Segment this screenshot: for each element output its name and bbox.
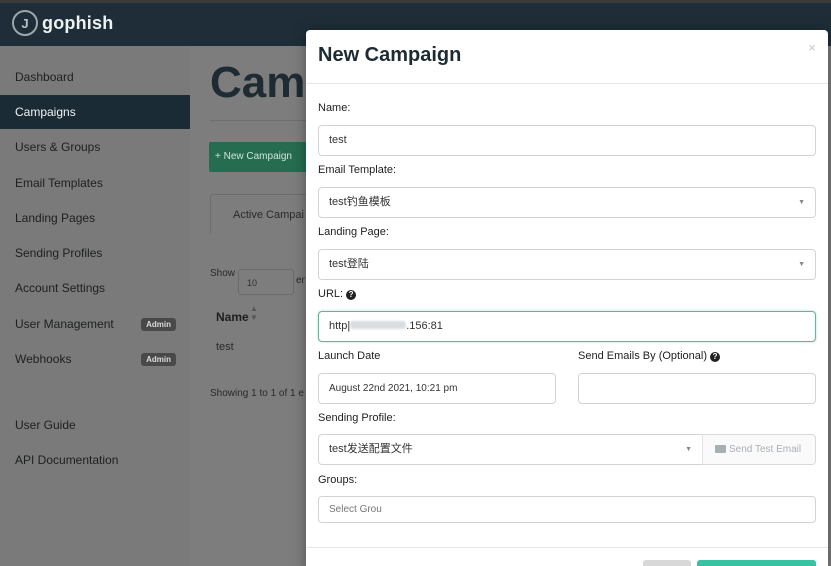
url-label: URL: ? <box>318 288 357 300</box>
sidebar-item-users-groups[interactable]: Users & Groups <box>0 130 190 164</box>
close-button[interactable] <box>643 560 691 566</box>
send-test-email-label: Send Test Email <box>729 444 802 455</box>
sidebar-item-sending-profiles[interactable]: Sending Profiles <box>0 236 190 270</box>
admin-badge: Admin <box>141 353 176 366</box>
sidebar-item-label: Account Settings <box>15 281 106 295</box>
new-campaign-modal: New Campaign × Name: test Email Template… <box>306 30 828 566</box>
launch-date-label: Launch Date <box>318 350 381 362</box>
logo-letter: J <box>21 15 29 31</box>
send-emails-by-label: Send Emails By (Optional) ? <box>578 350 721 362</box>
sidebar-item-label: Webhooks <box>15 352 72 366</box>
modal-footer-divider <box>306 547 828 548</box>
email-template-select[interactable]: test钓鱼模板 ▼ <box>318 187 816 218</box>
launch-date-input[interactable]: August 22nd 2021, 10:21 pm <box>318 373 556 404</box>
sidebar-item-dashboard[interactable]: Dashboard <box>0 60 190 94</box>
help-icon[interactable]: ? <box>710 352 721 362</box>
sidebar-item-api-documentation[interactable]: API Documentation <box>0 443 190 477</box>
sidebar-item-user-guide[interactable]: User Guide <box>0 408 190 442</box>
pagination-info: Showing 1 to 1 of 1 e <box>210 388 304 399</box>
entries-label-tail: er <box>296 275 305 286</box>
send-test-email-button[interactable]: Send Test Email <box>702 434 816 465</box>
groups-select[interactable]: Select Grou <box>318 496 816 523</box>
landing-page-select[interactable]: test登陆 ▼ <box>318 249 816 280</box>
chevron-down-icon: ▼ <box>798 199 805 206</box>
envelope-icon <box>715 445 726 453</box>
chevron-down-icon: ▼ <box>685 446 692 453</box>
tab-active-campaigns[interactable]: Active Campai <box>210 194 310 234</box>
sidebar-item-label: User Management <box>15 317 114 331</box>
sidebar-item-label: User Guide <box>15 418 76 432</box>
column-header-name[interactable]: Name <box>216 310 249 324</box>
send-emails-by-text: Send Emails By (Optional) <box>578 350 707 362</box>
sidebar-item-label: Email Templates <box>15 176 103 190</box>
entries-per-page-select[interactable]: 10 <box>238 269 294 295</box>
sidebar-item-label: Users & Groups <box>15 140 101 154</box>
redacted-blur <box>350 321 407 329</box>
email-template-value: test钓鱼模板 <box>329 196 391 208</box>
sidebar-item-label: Dashboard <box>15 70 74 84</box>
modal-header: New Campaign × <box>306 30 828 84</box>
new-campaign-button[interactable]: + New Campaign <box>209 142 309 172</box>
chevron-down-icon: ▼ <box>798 261 805 268</box>
sending-profile-select[interactable]: test发送配置文件 ▼ <box>318 434 703 465</box>
landing-page-label: Landing Page: <box>318 226 389 238</box>
sidebar-item-campaigns[interactable]: Campaigns <box>0 95 190 129</box>
sidebar: Dashboard Campaigns Users & Groups Email… <box>0 46 190 566</box>
modal-title: New Campaign <box>318 44 462 66</box>
url-prefix: http <box>329 320 348 332</box>
sidebar-item-webhooks[interactable]: Webhooks Admin <box>0 342 190 376</box>
name-input[interactable]: test <box>318 125 816 156</box>
admin-badge: Admin <box>141 318 176 331</box>
sort-icon[interactable]: ▲ ▼ <box>250 304 258 322</box>
sidebar-item-landing-pages[interactable]: Landing Pages <box>0 201 190 235</box>
groups-label: Groups: <box>318 474 358 486</box>
brand-name: gophish <box>42 12 114 33</box>
sidebar-item-account-settings[interactable]: Account Settings <box>0 271 190 305</box>
launch-campaign-button[interactable] <box>697 560 816 566</box>
url-input[interactable]: http| .156:81 <box>318 311 816 342</box>
name-label: Name: <box>318 102 351 114</box>
url-suffix: .156:81 <box>406 320 443 332</box>
gophish-logo-icon: J <box>12 10 38 36</box>
send-emails-by-input[interactable] <box>578 373 816 404</box>
close-icon[interactable]: × <box>808 40 816 55</box>
sidebar-item-label: API Documentation <box>15 453 119 467</box>
sending-profile-value: test发送配置文件 <box>329 443 413 455</box>
sidebar-item-email-templates[interactable]: Email Templates <box>0 166 190 200</box>
sidebar-item-label: Landing Pages <box>15 211 96 225</box>
landing-page-value: test登陆 <box>329 258 369 270</box>
help-icon[interactable]: ? <box>346 290 357 300</box>
sidebar-item-user-management[interactable]: User Management Admin <box>0 307 190 341</box>
url-label-text: URL: <box>318 288 344 300</box>
sidebar-item-label: Sending Profiles <box>15 246 103 260</box>
brand[interactable]: J gophish <box>12 10 113 36</box>
table-cell-name[interactable]: test <box>216 341 234 353</box>
email-template-label: Email Template: <box>318 164 397 176</box>
sidebar-item-label: Campaigns <box>15 105 76 119</box>
sending-profile-label: Sending Profile: <box>318 412 396 424</box>
page-title: Cam <box>210 58 306 107</box>
